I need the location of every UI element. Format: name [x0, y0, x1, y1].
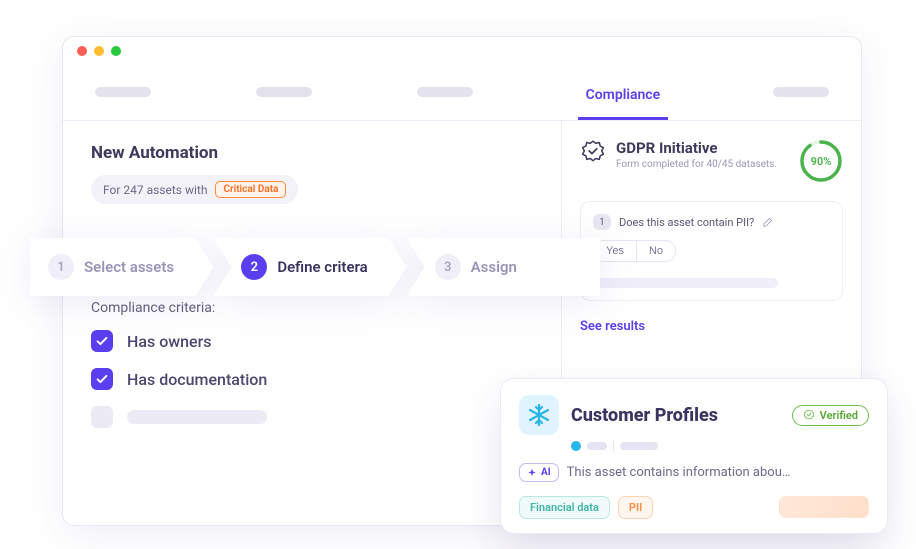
- criteria-heading: Compliance criteria:: [91, 300, 533, 316]
- see-results-link[interactable]: See results: [580, 319, 843, 334]
- tab-placeholder[interactable]: [95, 87, 151, 97]
- question-number: 1: [593, 214, 611, 230]
- asset-card: Customer Profiles Verified AI This asset…: [500, 378, 888, 534]
- criteria-label: Has documentation: [127, 370, 267, 389]
- ai-summary-text: This asset contains information abou…: [567, 465, 791, 480]
- automation-title: New Automation: [91, 143, 533, 163]
- question-text: Does this asset contain PII?: [619, 216, 754, 229]
- checkbox-checked-icon[interactable]: [91, 368, 113, 390]
- asset-tags: Financial data PII: [519, 496, 869, 519]
- yes-button[interactable]: Yes: [594, 241, 637, 261]
- gdpr-subtitle: Form completed for 40/45 datasets.: [616, 159, 777, 170]
- minimize-window-button[interactable]: [94, 46, 104, 56]
- verified-badge: Verified: [792, 405, 869, 426]
- source-dot-icon: [571, 441, 581, 451]
- tab-placeholder[interactable]: [773, 87, 829, 97]
- asset-scope-chip[interactable]: For 247 assets with Critical Data: [91, 175, 298, 204]
- meta-placeholder: [620, 442, 658, 450]
- snowflake-icon: [519, 395, 559, 435]
- gdpr-header: GDPR Initiative Form completed for 40/45…: [580, 139, 843, 183]
- tab-bar: Compliance: [63, 65, 861, 121]
- tab-placeholder[interactable]: [417, 87, 473, 97]
- criteria-row-owners[interactable]: Has owners: [91, 330, 533, 352]
- step-label: Select assets: [84, 258, 174, 276]
- progress-ring: 90%: [799, 139, 843, 183]
- step-assign[interactable]: 3 Assign: [407, 238, 600, 296]
- asset-meta-row: [571, 441, 869, 451]
- critical-data-tag: Critical Data: [215, 181, 286, 198]
- window-titlebar: [63, 37, 861, 65]
- asset-scope-prefix: For 247 assets with: [103, 183, 207, 197]
- ai-label: AI: [541, 467, 551, 478]
- tag-pii[interactable]: PII: [618, 496, 653, 519]
- ai-chip: AI: [519, 463, 559, 482]
- certificate-icon: [580, 139, 606, 165]
- edit-icon[interactable]: [762, 217, 773, 228]
- meta-separator: [613, 441, 614, 451]
- step-define-criteria[interactable]: 2 Define critera: [213, 238, 406, 296]
- tab-compliance[interactable]: Compliance: [578, 77, 669, 120]
- no-button[interactable]: No: [637, 241, 675, 261]
- asset-title: Customer Profiles: [571, 405, 718, 426]
- tab-placeholder[interactable]: [256, 87, 312, 97]
- skeleton-line: [593, 278, 778, 288]
- maximize-window-button[interactable]: [111, 46, 121, 56]
- step-select-assets[interactable]: 1 Select assets: [30, 238, 213, 296]
- criteria-placeholder: [127, 410, 267, 424]
- step-number: 1: [48, 254, 74, 280]
- ai-summary-row: AI This asset contains information abou…: [519, 463, 869, 482]
- checkbox-checked-icon[interactable]: [91, 330, 113, 352]
- step-number: 2: [241, 254, 267, 280]
- step-label: Assign: [471, 258, 517, 276]
- step-number: 3: [435, 254, 461, 280]
- stepper-nav: 1 Select assets 2 Define critera 3 Assig…: [30, 238, 600, 296]
- tag-placeholder: [779, 496, 869, 518]
- meta-placeholder: [587, 442, 607, 450]
- criteria-label: Has owners: [127, 332, 212, 351]
- close-window-button[interactable]: [77, 46, 87, 56]
- criteria-row-documentation[interactable]: Has documentation: [91, 368, 533, 390]
- question-card: 1 Does this asset contain PII? Yes No: [580, 201, 843, 301]
- verified-label: Verified: [820, 409, 858, 422]
- tag-financial-data[interactable]: Financial data: [519, 496, 610, 519]
- step-label: Define critera: [277, 258, 367, 276]
- criteria-section: Compliance criteria: Has owners Has docu…: [91, 300, 533, 428]
- criteria-row-empty[interactable]: [91, 406, 533, 428]
- gdpr-title: GDPR Initiative: [616, 139, 777, 157]
- yes-no-toggle: Yes No: [593, 240, 676, 262]
- checkbox-empty-icon[interactable]: [91, 406, 113, 428]
- progress-percent: 90%: [799, 139, 843, 183]
